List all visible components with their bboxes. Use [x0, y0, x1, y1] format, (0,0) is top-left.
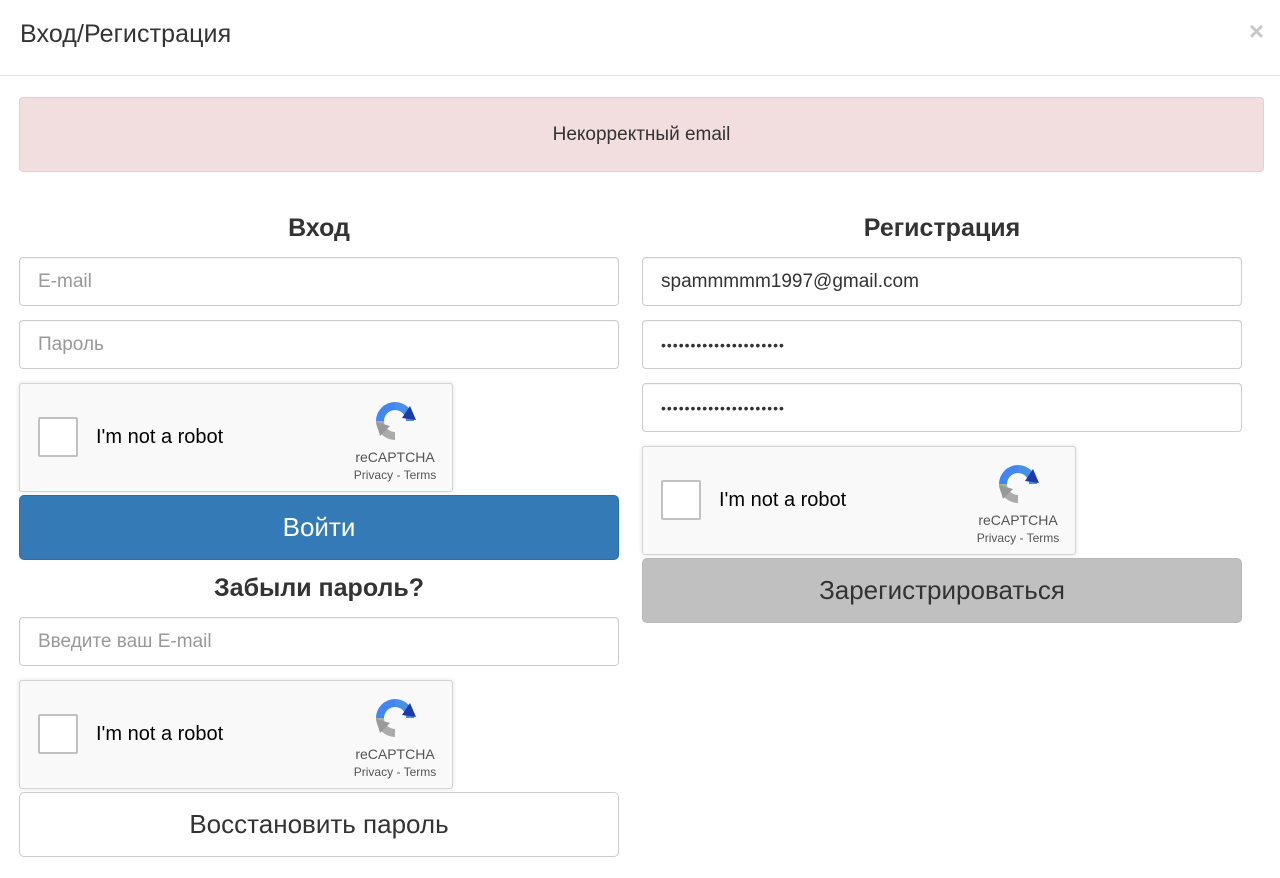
- recaptcha-label: I'm not a robot: [96, 723, 224, 745]
- recaptcha-logo-icon: [376, 699, 416, 737]
- recaptcha-terms-link[interactable]: Terms: [404, 765, 437, 779]
- recaptcha-brand: reCAPTCHA: [355, 449, 435, 465]
- register-button[interactable]: Зарегистрироваться: [642, 558, 1242, 623]
- modal-header: Вход/Регистрация ×: [0, 0, 1280, 76]
- recaptcha-terms-link[interactable]: Terms: [1027, 531, 1060, 545]
- recaptcha-checkbox[interactable]: [661, 480, 701, 520]
- forgot-email-input[interactable]: [19, 617, 619, 666]
- close-icon[interactable]: ×: [1249, 18, 1264, 44]
- recaptcha-links: Privacy - Terms: [320, 468, 470, 482]
- login-button[interactable]: Войти: [19, 495, 619, 560]
- recaptcha-privacy-link[interactable]: Privacy: [977, 531, 1016, 545]
- forgot-recaptcha: I'm not a robot reCAPTCHA Privacy - Term…: [19, 680, 453, 789]
- register-title: Регистрация: [863, 214, 1021, 242]
- error-alert: Некорректный email: [19, 97, 1264, 172]
- recaptcha-brand: reCAPTCHA: [978, 512, 1058, 528]
- register-password-input[interactable]: [642, 320, 1242, 369]
- alert-message: Некорректный email: [552, 123, 731, 145]
- recaptcha-links: Privacy - Terms: [943, 531, 1093, 545]
- recaptcha-privacy-link[interactable]: Privacy: [354, 468, 393, 482]
- recaptcha-logo-icon: [376, 402, 416, 440]
- recaptcha-link-separator: -: [1016, 531, 1027, 545]
- recaptcha-checkbox[interactable]: [38, 417, 78, 457]
- recaptcha-label: I'm not a robot: [719, 489, 847, 511]
- recaptcha-link-separator: -: [393, 765, 404, 779]
- login-password-input[interactable]: [19, 320, 619, 369]
- recaptcha-terms-link[interactable]: Terms: [404, 468, 437, 482]
- forgot-title: Забыли пароль?: [214, 574, 424, 602]
- recaptcha-label: I'm not a robot: [96, 426, 224, 448]
- register-email-input[interactable]: [642, 257, 1242, 306]
- recaptcha-privacy-link[interactable]: Privacy: [354, 765, 393, 779]
- recaptcha-logo-icon: [999, 465, 1039, 503]
- recaptcha-checkbox[interactable]: [38, 714, 78, 754]
- recaptcha-link-separator: -: [393, 468, 404, 482]
- register-recaptcha: I'm not a robot reCAPTCHA Privacy - Term…: [642, 446, 1076, 555]
- login-email-input[interactable]: [19, 257, 619, 306]
- login-title: Вход: [288, 214, 350, 242]
- modal-title: Вход/Регистрация: [20, 20, 232, 48]
- recaptcha-links: Privacy - Terms: [320, 765, 470, 779]
- login-recaptcha: I'm not a robot reCAPTCHA Privacy - Term…: [19, 383, 453, 492]
- register-password-confirm-input[interactable]: [642, 383, 1242, 432]
- recaptcha-brand: reCAPTCHA: [355, 746, 435, 762]
- restore-password-button[interactable]: Восстановить пароль: [19, 792, 619, 857]
